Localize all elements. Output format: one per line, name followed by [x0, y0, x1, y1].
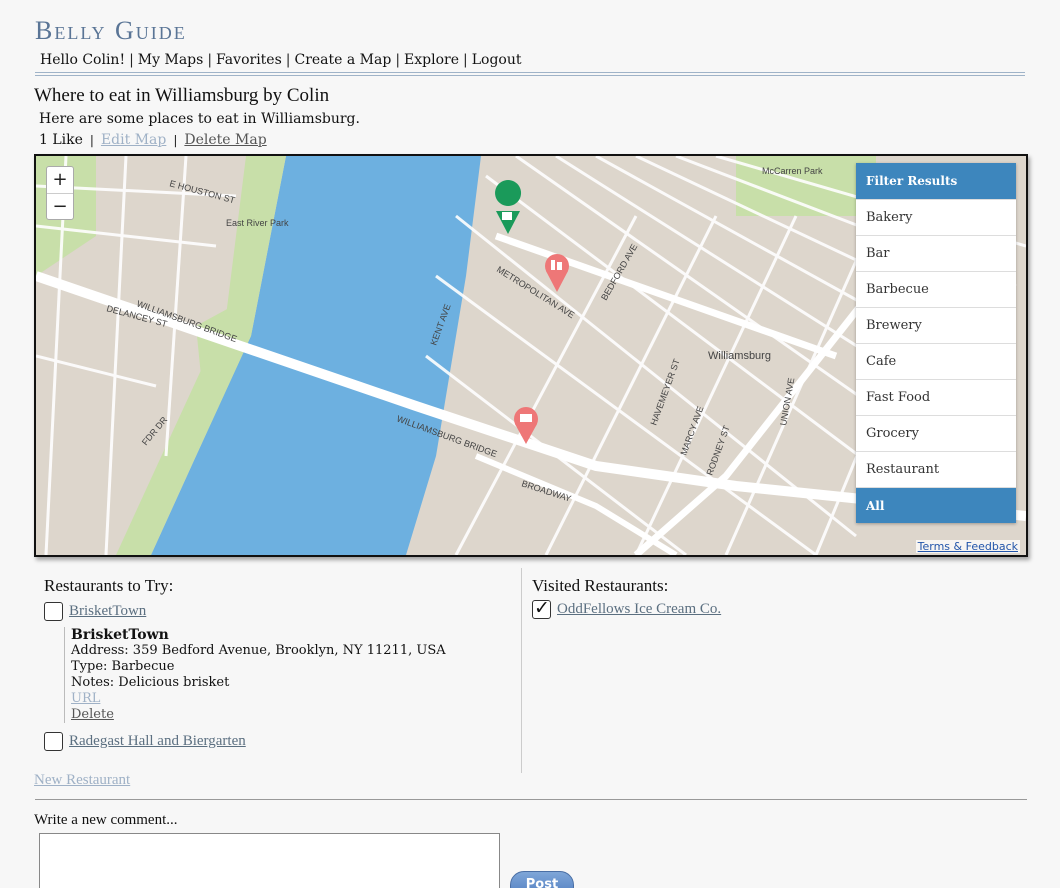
restaurant-details: BrisketTown Address: 359 Bedford Avenue,…: [64, 627, 514, 723]
zoom-in-button[interactable]: +: [47, 167, 73, 193]
top-nav: Hello Colin! | My Maps | Favorites | Create…: [40, 52, 522, 68]
details-notes: Notes: Delicious brisket: [71, 675, 230, 690]
to-try-heading: Restaurants to Try:: [44, 576, 174, 595]
details-address: Address: 359 Bedford Avenue, Brooklyn, N…: [71, 643, 446, 658]
filter-brewery[interactable]: Brewery: [856, 307, 1016, 343]
map-title: Where to eat in Williamsburg by Colin: [34, 85, 330, 106]
details-url-link[interactable]: URL: [71, 691, 100, 706]
list-item: OddFellows Ice Cream Co.: [532, 597, 1012, 619]
filter-fast-food[interactable]: Fast Food: [856, 379, 1016, 415]
nav-favorites[interactable]: Favorites: [216, 52, 282, 68]
post-button[interactable]: Post: [510, 871, 574, 888]
details-type: Type: Barbecue: [71, 659, 175, 674]
details-delete-link[interactable]: Delete: [71, 707, 114, 722]
zoom-out-button[interactable]: −: [47, 193, 73, 219]
visited-restaurants: Visited Restaurants: OddFellows Ice Crea…: [532, 576, 1012, 619]
visited-heading: Visited Restaurants:: [532, 576, 669, 595]
filter-restaurant[interactable]: Restaurant: [856, 451, 1016, 487]
list-item: BrisketTown: [44, 602, 514, 621]
nav-create-map[interactable]: Create a Map: [294, 52, 391, 68]
map-label-williamsburg: Williamsburg: [708, 350, 771, 362]
restaurants-to-try: Restaurants to Try: BrisketTown BrisketT…: [44, 576, 514, 751]
comment-label: Write a new comment...: [34, 812, 178, 828]
restaurant-link-radegast[interactable]: Radegast Hall and Biergarten: [69, 733, 246, 750]
map-label-park: East River Park: [226, 218, 289, 228]
like-count[interactable]: 1 Like: [39, 132, 83, 148]
comment-input[interactable]: [39, 833, 500, 888]
filter-barbecue[interactable]: Barbecue: [856, 271, 1016, 307]
nav-my-maps[interactable]: My Maps: [138, 52, 204, 68]
to-try-checkbox-radegast[interactable]: [44, 732, 63, 751]
visited-checkbox-oddfellows[interactable]: [532, 597, 551, 619]
delete-map-link[interactable]: Delete Map: [184, 132, 266, 148]
map-label-mccarren: McCarren Park: [762, 166, 823, 176]
edit-map-link[interactable]: Edit Map: [101, 132, 166, 148]
comment-divider: [35, 799, 1027, 800]
restaurant-link-oddfellows[interactable]: OddFellows Ice Cream Co.: [557, 601, 721, 618]
nav-logout[interactable]: Logout: [472, 52, 522, 68]
site-title: Belly Guide: [35, 16, 187, 45]
nav-explore[interactable]: Explore: [404, 52, 459, 68]
filter-bar[interactable]: Bar: [856, 235, 1016, 271]
terms-feedback-link[interactable]: Terms & Feedback: [915, 540, 1020, 553]
column-divider: [521, 568, 522, 773]
map-description: Here are some places to eat in Williamsb…: [39, 111, 360, 127]
restaurant-link-brisket[interactable]: BrisketTown: [69, 603, 146, 620]
filter-grocery[interactable]: Grocery: [856, 415, 1016, 451]
nav-hello[interactable]: Hello Colin!: [40, 52, 125, 68]
header-divider: [35, 72, 1025, 73]
map-actions: 1 Like | Edit Map | Delete Map: [39, 132, 267, 148]
map-view[interactable]: East River Park Williamsburg WILLIAMSBUR…: [34, 154, 1028, 557]
to-try-checkbox-brisket[interactable]: [44, 602, 63, 621]
filter-all[interactable]: All: [856, 487, 1016, 523]
list-item: Radegast Hall and Biergarten: [44, 732, 514, 751]
new-restaurant-link[interactable]: New Restaurant: [34, 772, 130, 789]
filter-cafe[interactable]: Cafe: [856, 343, 1016, 379]
filter-bakery[interactable]: Bakery: [856, 199, 1016, 235]
header-divider-2: [35, 75, 1025, 76]
zoom-control: + −: [46, 166, 74, 220]
filter-panel: Filter Results Bakery Bar Barbecue Brewe…: [856, 163, 1016, 523]
filter-title: Filter Results: [856, 163, 1016, 199]
details-name: BrisketTown: [71, 627, 169, 643]
